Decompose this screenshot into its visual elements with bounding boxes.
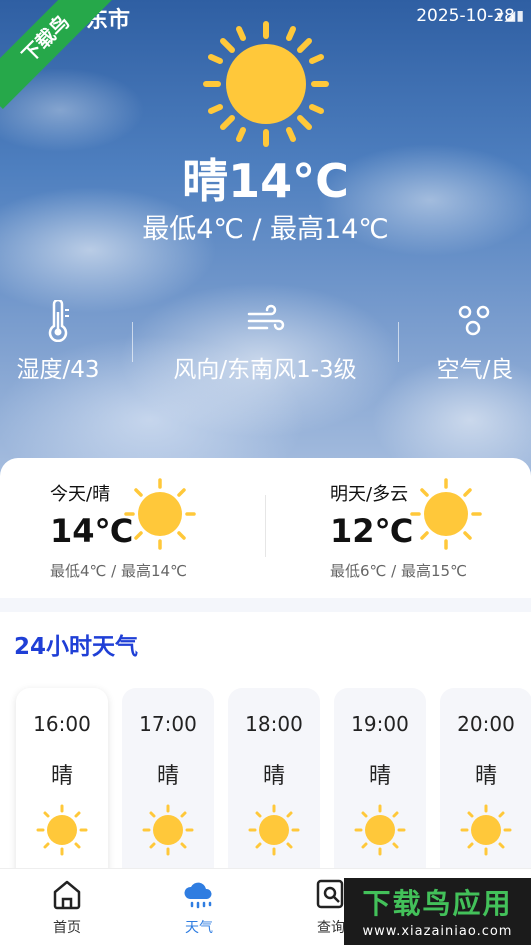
hour-card[interactable]: 17:00 晴 (122, 688, 214, 888)
divider (398, 322, 399, 362)
sun-icon (354, 804, 406, 856)
hour-card[interactable]: 16:00 晴 (16, 688, 108, 888)
hour-time: 19:00 (351, 712, 409, 736)
sun-icon (203, 21, 329, 147)
hour-condition: 晴 (262, 764, 285, 789)
hour-condition: 晴 (474, 764, 497, 789)
hourly-title: 24小时天气 (14, 634, 139, 660)
current-range: 最低4℃ / 最高14℃ (142, 214, 389, 245)
status-icons: ▾◢▮ (496, 8, 525, 24)
sun-icon (460, 804, 512, 856)
nav-weather-label: 天气 (185, 920, 213, 936)
divider (265, 495, 266, 557)
tomorrow-range: 最低6℃ / 最高15℃ (330, 562, 467, 580)
divider (132, 322, 133, 362)
nav-query-label: 查询 (317, 920, 345, 936)
brand-name: 下载鸟应用 (362, 887, 513, 920)
hour-condition: 晴 (156, 764, 179, 789)
current-weather: 晴14°C (182, 154, 349, 208)
wind-label: 风向/东南风1-3级 (173, 357, 357, 383)
hour-time: 16:00 (33, 712, 91, 736)
sun-icon (248, 804, 300, 856)
air-metric: 空气/良 (420, 300, 530, 384)
hour-condition: 晴 (50, 764, 73, 789)
sun-icon (36, 804, 88, 856)
air-label: 空气/良 (436, 357, 514, 383)
hour-time: 20:00 (457, 712, 515, 736)
section-band (0, 598, 531, 612)
hour-time: 17:00 (139, 712, 197, 736)
cloud-rain-icon (184, 882, 212, 909)
sun-icon (410, 478, 482, 550)
air-bubbles-icon (458, 305, 490, 336)
wind-metric: 风向/东南风1-3级 (150, 300, 380, 384)
hour-time: 18:00 (245, 712, 303, 736)
hour-card[interactable]: 18:00 晴 (228, 688, 320, 888)
hour-card[interactable]: 20:00 晴 (440, 688, 531, 888)
hour-card[interactable]: 19:00 晴 (334, 688, 426, 888)
sky-header: 东市 2025-10-28 ▾◢▮ 晴14°C 最低4℃ / 最高14℃ 湿度/… (0, 0, 531, 480)
brand-watermark: 下载鸟应用 www.xiazainiao.com (344, 878, 531, 945)
nav-home-label: 首页 (53, 920, 81, 936)
today-range: 最低4℃ / 最高14℃ (50, 562, 187, 580)
sun-icon (142, 804, 194, 856)
sun-icon (124, 478, 196, 550)
home-icon (53, 880, 81, 910)
nav-home[interactable]: 首页 (22, 877, 112, 937)
wind-icon (247, 304, 285, 331)
brand-url: www.xiazainiao.com (362, 924, 513, 939)
search-doc-icon (316, 879, 344, 909)
weather-screen: 东市 2025-10-28 ▾◢▮ 晴14°C 最低4℃ / 最高14℃ 湿度/… (0, 0, 531, 945)
humidity-metric: 湿度/43 (6, 300, 110, 384)
nav-weather[interactable]: 天气 (154, 877, 244, 937)
humidity-label: 湿度/43 (16, 357, 100, 383)
thermometer-icon (48, 300, 69, 342)
hourly-list[interactable]: 16:00 晴 17:00 晴 18:00 晴 19:00 晴 20:00 晴 (16, 688, 531, 888)
hour-condition: 晴 (368, 764, 391, 789)
